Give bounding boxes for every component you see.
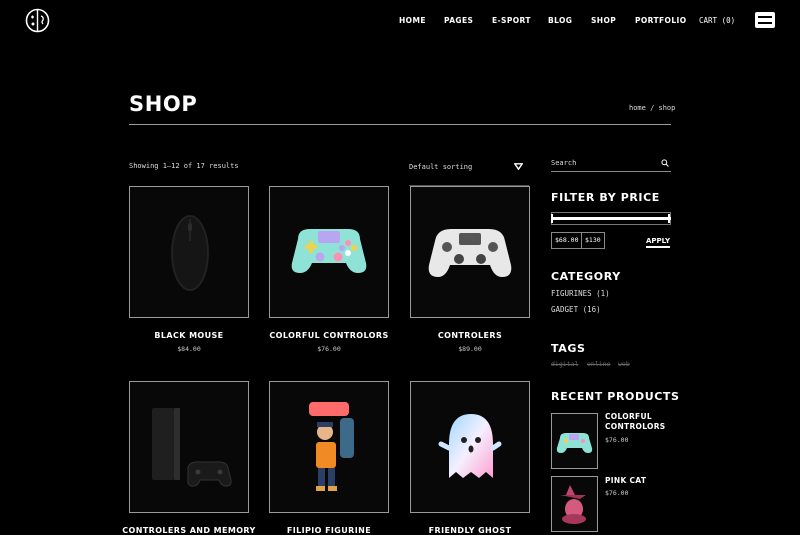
mouse-icon [171, 215, 209, 291]
product-price: $89.00 [458, 345, 482, 353]
gamepad-white-icon [428, 229, 512, 277]
nav-portfolio[interactable]: PORTFOLIO [635, 16, 686, 25]
ghost-icon [438, 414, 502, 478]
console-icon [152, 408, 232, 487]
sort-select[interactable]: Default sorting [409, 157, 529, 186]
figurine-icon [309, 402, 354, 491]
recent-product-name[interactable]: COLORFUL CONTROLORS [605, 412, 675, 432]
tag-online[interactable]: online [587, 360, 610, 368]
category-item-figurines[interactable]: FIGURINES (1) [551, 289, 610, 298]
cat-icon [560, 485, 586, 524]
chevron-down-icon [514, 163, 523, 170]
product-card-controlers[interactable] [410, 186, 530, 318]
recent-product-price: $76.00 [605, 489, 629, 497]
gamepad-colorful-icon [291, 229, 367, 273]
product-price: $84.00 [177, 345, 201, 353]
breadcrumb[interactable]: home / shop [629, 104, 675, 112]
tag-digital[interactable]: digital [551, 360, 578, 368]
price-slider-min-handle[interactable] [551, 214, 553, 223]
apply-filter-button[interactable]: APPLY [646, 237, 671, 248]
result-count: Showing 1–12 of 17 results [129, 162, 239, 170]
search-field[interactable]: Search [551, 156, 671, 172]
product-card-black-mouse[interactable] [129, 186, 249, 318]
recent-product-thumb[interactable] [551, 413, 598, 469]
product-name[interactable]: FRIENDLY GHOST [390, 526, 550, 535]
product-card-friendly-ghost[interactable] [410, 381, 530, 513]
gamepad-colorful-icon [556, 433, 593, 453]
price-max-input[interactable]: $130 [581, 232, 605, 249]
page-title: SHOP [129, 92, 198, 116]
category-heading: CATEGORY [551, 270, 621, 283]
product-name[interactable]: FILIPIO FIGURINE [249, 526, 409, 535]
product-name[interactable]: CONTROLERS AND MEMORY [109, 526, 269, 535]
nav-esport[interactable]: E-SPORT [492, 16, 531, 25]
product-name[interactable]: COLORFUL CONTROLORS [249, 331, 409, 340]
tags-heading: TAGS [551, 342, 586, 355]
search-input[interactable]: Search [551, 159, 576, 167]
recent-product-name[interactable]: PINK CAT [605, 476, 675, 486]
product-card-colorful-controlors[interactable] [269, 186, 389, 318]
tag-web[interactable]: web [618, 360, 630, 368]
sort-selected-label: Default sorting [409, 163, 473, 171]
recent-products-heading: RECENT PRODUCTS [551, 390, 680, 403]
cart-link[interactable]: CART (0) [699, 16, 735, 25]
price-slider-range [551, 217, 671, 220]
product-name[interactable]: CONTROLERS [390, 331, 550, 340]
brain-logo-icon[interactable] [24, 7, 51, 34]
menu-toggle-icon[interactable] [755, 12, 775, 28]
recent-product-thumb[interactable] [551, 476, 598, 532]
nav-home[interactable]: HOME [399, 16, 426, 25]
product-card-controlers-and-memory[interactable] [129, 381, 249, 513]
product-price: $76.00 [317, 345, 341, 353]
nav-shop[interactable]: SHOP [591, 16, 616, 25]
search-icon[interactable] [661, 159, 669, 167]
nav-pages[interactable]: PAGES [444, 16, 473, 25]
filter-by-price-heading: FILTER BY PRICE [551, 191, 660, 204]
nav-blog[interactable]: BLOG [548, 16, 572, 25]
product-name[interactable]: BLACK MOUSE [109, 331, 269, 340]
product-card-filipio-figurine[interactable] [269, 381, 389, 513]
price-slider-max-handle[interactable] [668, 214, 670, 223]
title-divider [129, 124, 671, 125]
category-item-gadget[interactable]: GADGET (16) [551, 305, 601, 314]
recent-product-price: $76.00 [605, 436, 629, 444]
price-min-input[interactable]: $68.00 [551, 232, 583, 249]
